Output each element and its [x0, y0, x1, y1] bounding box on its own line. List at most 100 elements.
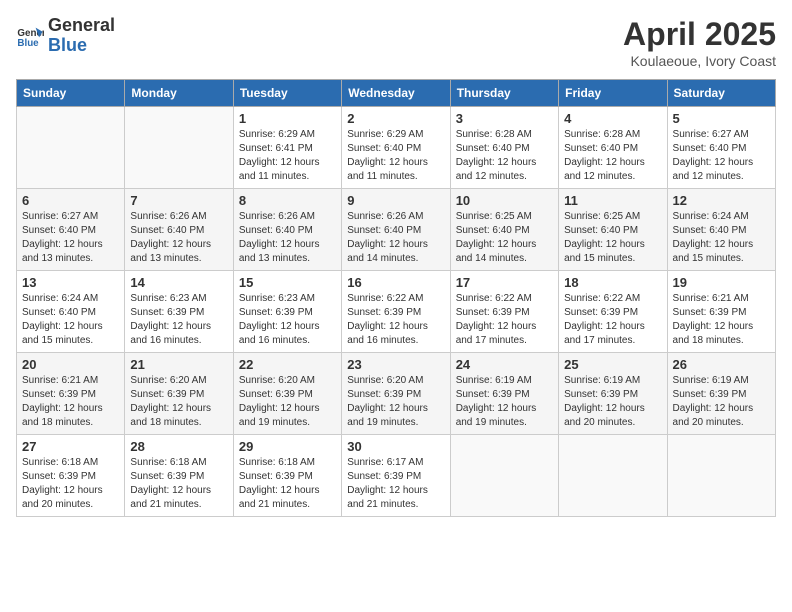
day-info: Sunrise: 6:18 AM Sunset: 6:39 PM Dayligh… — [239, 456, 336, 512]
day-info: Sunrise: 6:26 AM Sunset: 6:40 PM Dayligh… — [239, 210, 336, 266]
calendar-cell: 22 Sunrise: 6:20 AM Sunset: 6:39 PM Dayli… — [233, 353, 341, 435]
day-number: 10 — [456, 193, 553, 208]
calendar-cell: 3 Sunrise: 6:28 AM Sunset: 6:40 PM Daylig… — [450, 107, 558, 189]
day-info: Sunrise: 6:24 AM Sunset: 6:40 PM Dayligh… — [673, 210, 770, 266]
day-info: Sunrise: 6:20 AM Sunset: 6:39 PM Dayligh… — [239, 374, 336, 430]
day-info: Sunrise: 6:28 AM Sunset: 6:40 PM Dayligh… — [564, 128, 661, 184]
calendar-cell: 12 Sunrise: 6:24 AM Sunset: 6:40 PM Dayli… — [667, 189, 775, 271]
header-tuesday: Tuesday — [233, 80, 341, 107]
day-info: Sunrise: 6:29 AM Sunset: 6:41 PM Dayligh… — [239, 128, 336, 184]
calendar-cell: 6 Sunrise: 6:27 AM Sunset: 6:40 PM Daylig… — [17, 189, 125, 271]
calendar-cell: 14 Sunrise: 6:23 AM Sunset: 6:39 PM Dayli… — [125, 271, 233, 353]
calendar-cell: 2 Sunrise: 6:29 AM Sunset: 6:40 PM Daylig… — [342, 107, 450, 189]
calendar-cell — [559, 435, 667, 517]
day-number: 13 — [22, 275, 119, 290]
day-number: 25 — [564, 357, 661, 372]
calendar-cell: 20Sunrise: 6:21 AM Sunset: 6:39 PM Dayli… — [17, 353, 125, 435]
calendar-cell: 4Sunrise: 6:28 AM Sunset: 6:40 PM Daylig… — [559, 107, 667, 189]
header-friday: Friday — [559, 80, 667, 107]
week-row-3: 13 Sunrise: 6:24 AM Sunset: 6:40 PM Dayli… — [17, 271, 776, 353]
day-number: 18 — [564, 275, 661, 290]
header-monday: Monday — [125, 80, 233, 107]
day-number: 26 — [673, 357, 770, 372]
page-title: April 2025 — [623, 16, 776, 53]
day-info: Sunrise: 6:18 AM Sunset: 6:39 PM Dayligh… — [22, 456, 119, 512]
calendar-cell: 8 Sunrise: 6:26 AM Sunset: 6:40 PM Daylig… — [233, 189, 341, 271]
day-number: 12 — [673, 193, 770, 208]
day-number: 14 — [130, 275, 227, 290]
calendar-header-row: SundayMondayTuesdayWednesdayThursdayFrid… — [17, 80, 776, 107]
day-info: Sunrise: 6:19 AM Sunset: 6:39 PM Dayligh… — [564, 374, 661, 430]
calendar-cell: 7 Sunrise: 6:26 AM Sunset: 6:40 PM Daylig… — [125, 189, 233, 271]
day-info: Sunrise: 6:19 AM Sunset: 6:39 PM Dayligh… — [456, 374, 553, 430]
calendar-cell: 15Sunrise: 6:23 AM Sunset: 6:39 PM Dayli… — [233, 271, 341, 353]
calendar-cell — [125, 107, 233, 189]
calendar-cell: 9 Sunrise: 6:26 AM Sunset: 6:40 PM Daylig… — [342, 189, 450, 271]
header-thursday: Thursday — [450, 80, 558, 107]
calendar-cell: 18Sunrise: 6:22 AM Sunset: 6:39 PM Dayli… — [559, 271, 667, 353]
day-info: Sunrise: 6:28 AM Sunset: 6:40 PM Dayligh… — [456, 128, 553, 184]
svg-text:Blue: Blue — [17, 38, 39, 49]
day-info: Sunrise: 6:23 AM Sunset: 6:39 PM Dayligh… — [239, 292, 336, 348]
day-info: Sunrise: 6:26 AM Sunset: 6:40 PM Dayligh… — [130, 210, 227, 266]
day-info: Sunrise: 6:22 AM Sunset: 6:39 PM Dayligh… — [347, 292, 444, 348]
calendar-cell: 26 Sunrise: 6:19 AM Sunset: 6:39 PM Dayli… — [667, 353, 775, 435]
calendar-cell: 13 Sunrise: 6:24 AM Sunset: 6:40 PM Dayli… — [17, 271, 125, 353]
day-number: 3 — [456, 111, 553, 126]
logo: General Blue General Blue — [16, 16, 115, 56]
day-info: Sunrise: 6:25 AM Sunset: 6:40 PM Dayligh… — [456, 210, 553, 266]
calendar-cell: 29 Sunrise: 6:18 AM Sunset: 6:39 PM Dayli… — [233, 435, 341, 517]
day-info: Sunrise: 6:20 AM Sunset: 6:39 PM Dayligh… — [347, 374, 444, 430]
calendar-cell: 25 Sunrise: 6:19 AM Sunset: 6:39 PM Dayli… — [559, 353, 667, 435]
day-number: 29 — [239, 439, 336, 454]
day-number: 28 — [130, 439, 227, 454]
day-number: 7 — [130, 193, 227, 208]
day-number: 6 — [22, 193, 119, 208]
day-info: Sunrise: 6:24 AM Sunset: 6:40 PM Dayligh… — [22, 292, 119, 348]
calendar-cell: 28 Sunrise: 6:18 AM Sunset: 6:39 PM Dayli… — [125, 435, 233, 517]
calendar-cell: 19Sunrise: 6:21 AM Sunset: 6:39 PM Dayli… — [667, 271, 775, 353]
week-row-2: 6 Sunrise: 6:27 AM Sunset: 6:40 PM Daylig… — [17, 189, 776, 271]
day-info: Sunrise: 6:19 AM Sunset: 6:39 PM Dayligh… — [673, 374, 770, 430]
calendar-cell: 1 Sunrise: 6:29 AM Sunset: 6:41 PM Daylig… — [233, 107, 341, 189]
day-number: 1 — [239, 111, 336, 126]
calendar-cell: 24 Sunrise: 6:19 AM Sunset: 6:39 PM Dayli… — [450, 353, 558, 435]
day-info: Sunrise: 6:18 AM Sunset: 6:39 PM Dayligh… — [130, 456, 227, 512]
calendar-cell: 11Sunrise: 6:25 AM Sunset: 6:40 PM Dayli… — [559, 189, 667, 271]
week-row-1: 1 Sunrise: 6:29 AM Sunset: 6:41 PM Daylig… — [17, 107, 776, 189]
day-info: Sunrise: 6:25 AM Sunset: 6:40 PM Dayligh… — [564, 210, 661, 266]
day-number: 22 — [239, 357, 336, 372]
day-number: 9 — [347, 193, 444, 208]
calendar-cell: 17Sunrise: 6:22 AM Sunset: 6:39 PM Dayli… — [450, 271, 558, 353]
day-info: Sunrise: 6:26 AM Sunset: 6:40 PM Dayligh… — [347, 210, 444, 266]
day-info: Sunrise: 6:27 AM Sunset: 6:40 PM Dayligh… — [673, 128, 770, 184]
day-info: Sunrise: 6:23 AM Sunset: 6:39 PM Dayligh… — [130, 292, 227, 348]
day-number: 8 — [239, 193, 336, 208]
calendar-cell — [450, 435, 558, 517]
day-number: 30 — [347, 439, 444, 454]
day-number: 19 — [673, 275, 770, 290]
day-info: Sunrise: 6:20 AM Sunset: 6:39 PM Dayligh… — [130, 374, 227, 430]
day-info: Sunrise: 6:27 AM Sunset: 6:40 PM Dayligh… — [22, 210, 119, 266]
day-number: 5 — [673, 111, 770, 126]
day-number: 17 — [456, 275, 553, 290]
day-number: 23 — [347, 357, 444, 372]
calendar-cell: 30 Sunrise: 6:17 AM Sunset: 6:39 PM Dayli… — [342, 435, 450, 517]
day-number: 2 — [347, 111, 444, 126]
page-subtitle: Koulaeoue, Ivory Coast — [623, 53, 776, 69]
page-header: General Blue General Blue April 2025 Kou… — [16, 16, 776, 69]
day-number: 27 — [22, 439, 119, 454]
logo-blue-text: Blue — [48, 36, 115, 56]
calendar-cell: 21Sunrise: 6:20 AM Sunset: 6:39 PM Dayli… — [125, 353, 233, 435]
logo-general-text: General — [48, 16, 115, 36]
calendar-cell: 16Sunrise: 6:22 AM Sunset: 6:39 PM Dayli… — [342, 271, 450, 353]
calendar-cell — [667, 435, 775, 517]
day-number: 20 — [22, 357, 119, 372]
week-row-5: 27 Sunrise: 6:18 AM Sunset: 6:39 PM Dayli… — [17, 435, 776, 517]
calendar-cell — [17, 107, 125, 189]
calendar-cell: 27 Sunrise: 6:18 AM Sunset: 6:39 PM Dayli… — [17, 435, 125, 517]
day-number: 24 — [456, 357, 553, 372]
day-info: Sunrise: 6:29 AM Sunset: 6:40 PM Dayligh… — [347, 128, 444, 184]
day-info: Sunrise: 6:17 AM Sunset: 6:39 PM Dayligh… — [347, 456, 444, 512]
header-saturday: Saturday — [667, 80, 775, 107]
